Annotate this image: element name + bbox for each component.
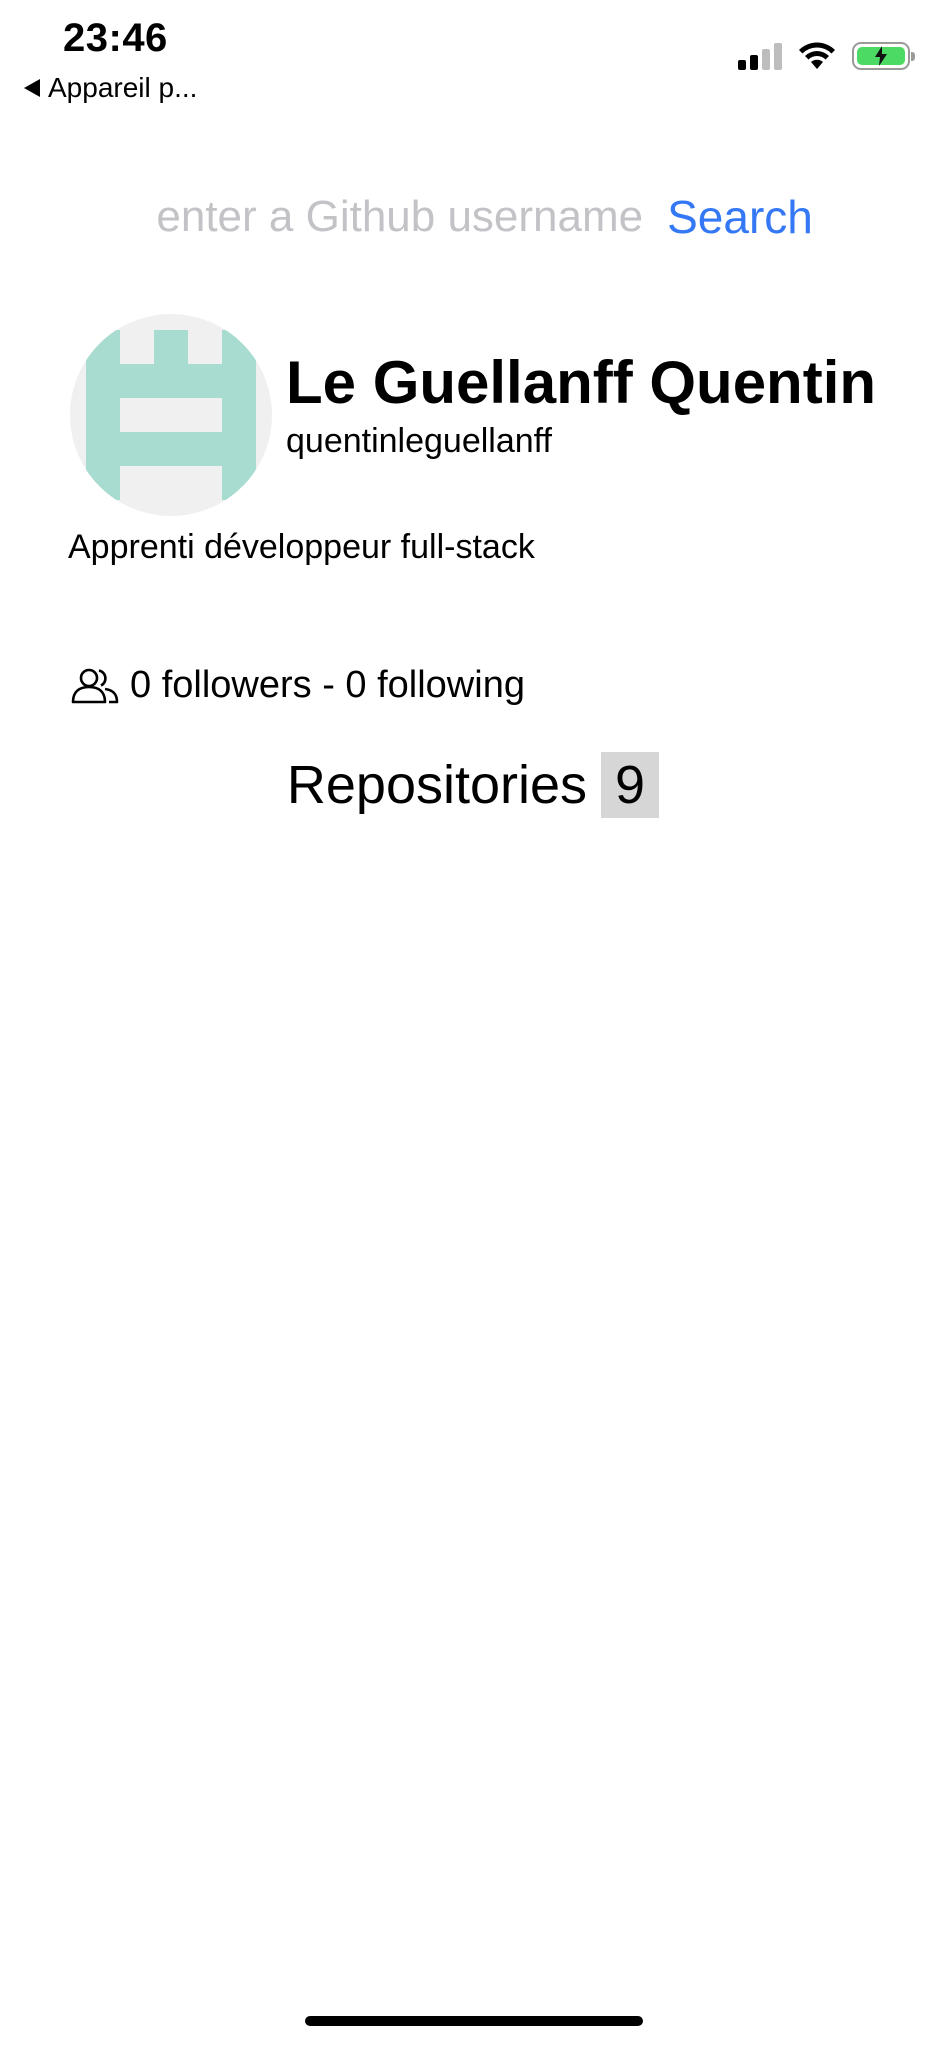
avatar-pixel [154, 364, 188, 398]
status-time: 23:46 [63, 16, 168, 60]
status-bar: 23:46 Appareil p... [0, 0, 946, 120]
battery-icon [852, 42, 915, 70]
avatar-pixel [222, 466, 256, 500]
avatar-pixel [86, 466, 120, 500]
username-search-input[interactable] [133, 192, 644, 242]
profile-full-name: Le Guellanff Quentin [286, 348, 877, 416]
avatar-pixel [188, 432, 222, 466]
charging-bolt-icon [875, 46, 887, 66]
avatar-pixel [86, 364, 120, 398]
people-icon [71, 668, 119, 703]
repositories-header: Repositories 9 [0, 752, 946, 818]
avatar-pixel [154, 330, 188, 364]
avatar-pixel [86, 432, 120, 466]
search-button[interactable]: Search [667, 190, 813, 244]
cellular-signal-icon [738, 42, 782, 70]
back-to-app-button[interactable]: Appareil p... [24, 72, 197, 104]
profile-header: Le Guellanff Quentin quentinleguellanff [70, 314, 876, 516]
repositories-label: Repositories [286, 755, 588, 815]
followers-text: 0 followers - 0 following [130, 664, 525, 706]
wifi-icon [799, 42, 835, 69]
avatar-pixel [222, 398, 256, 432]
repositories-count-badge: 9 [601, 752, 660, 818]
back-to-app-label: Appareil p... [48, 72, 198, 103]
status-indicators [738, 42, 915, 70]
avatar-pixel [222, 364, 256, 398]
followers-info: 0 followers - 0 following [70, 664, 525, 707]
avatar-pixel [86, 330, 120, 364]
avatar [70, 314, 272, 516]
home-indicator[interactable] [305, 2016, 643, 2026]
profile-names: Le Guellanff Quentin quentinleguellanff [286, 348, 877, 461]
avatar-pixel [120, 432, 154, 466]
avatar-pixel [222, 432, 256, 466]
avatar-pixel [188, 364, 222, 398]
avatar-pixel [120, 364, 154, 398]
avatar-pixel [222, 330, 256, 364]
search-bar: Search [0, 190, 946, 244]
avatar-pixel [86, 398, 120, 432]
profile-login: quentinleguellanff [286, 421, 552, 460]
avatar-pixel [154, 432, 188, 466]
profile-bio: Apprenti développeur full-stack [68, 528, 535, 566]
back-arrow-icon [24, 79, 40, 97]
